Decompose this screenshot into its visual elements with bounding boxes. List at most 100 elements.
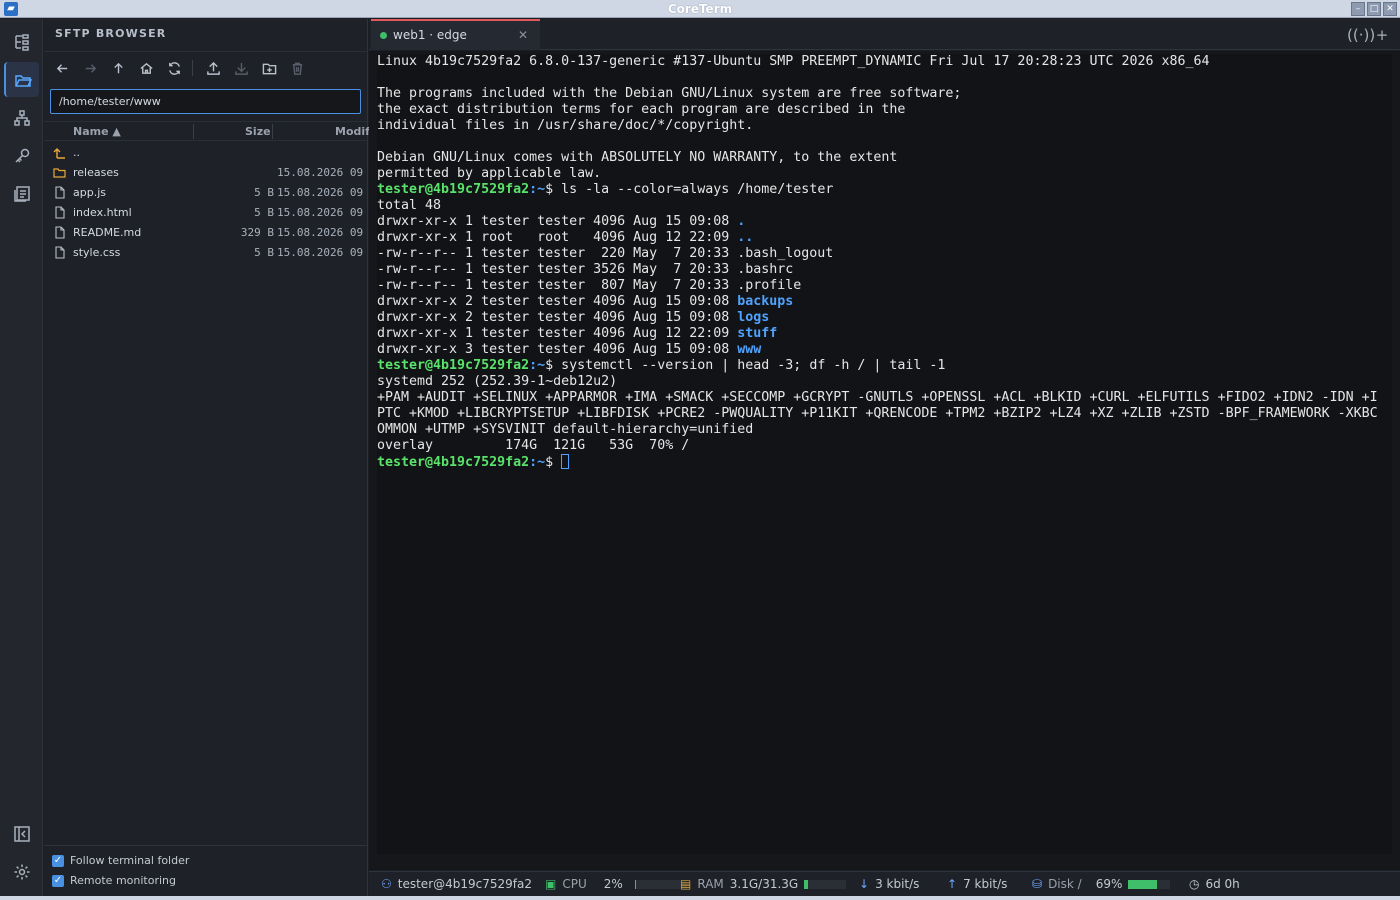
back-button[interactable] — [52, 58, 72, 78]
size-column-header[interactable]: Size — [245, 125, 271, 138]
broadcast-button[interactable]: ((·)) — [1347, 26, 1375, 44]
file-row[interactable]: index.html 5 B 15.08.2026 09 — [44, 203, 368, 223]
terminal-line: -rw-r--r-- 1 tester tester 3526 May 7 20… — [377, 262, 1392, 278]
terminal-line: Linux 4b19c7529fa2 6.8.0-137-generic #13… — [377, 54, 1392, 70]
file-modified: 15.08.2026 09 — [277, 226, 364, 239]
download-button[interactable] — [231, 58, 251, 78]
file-row[interactable]: style.css 5 B 15.08.2026 09 — [44, 243, 368, 263]
sftp-panel-title: SFTP BROWSER — [55, 27, 167, 40]
sessions-button[interactable] — [4, 24, 39, 59]
file-icon — [53, 186, 66, 199]
command-text — [553, 455, 561, 470]
minimize-button[interactable]: – — [1351, 2, 1365, 16]
arrow-left-icon — [56, 63, 67, 73]
activity-rail — [0, 19, 43, 896]
terminal-line: OMMON +UTMP +SYSVINIT default-hierarchy=… — [377, 422, 1392, 438]
refresh-button[interactable] — [164, 58, 184, 78]
line-text: -rw-r--r-- 1 tester tester 3526 May 7 20… — [377, 262, 794, 277]
broadcast-icon: ((·)) — [1347, 26, 1376, 44]
modified-column-header[interactable]: Modif — [335, 125, 370, 138]
line-text: drwxr-xr-x 3 tester tester 4096 Aug 15 0… — [377, 342, 738, 357]
follow-terminal-folder-checkbox[interactable]: ✓ Follow terminal folder — [52, 854, 189, 867]
terminal-line: drwxr-xr-x 1 tester tester 4096 Aug 12 2… — [377, 326, 1392, 342]
remote-monitoring-checkbox[interactable]: ✓ Remote monitoring — [52, 874, 176, 887]
terminal-line: Debian GNU/Linux comes with ABSOLUTELY N… — [377, 150, 1392, 166]
collapse-sidebar-button[interactable] — [4, 816, 39, 851]
file-row[interactable]: releases 15.08.2026 09 — [44, 163, 368, 183]
file-modified: 15.08.2026 09 — [277, 166, 364, 179]
file-row[interactable]: README.md 329 B 15.08.2026 09 — [44, 223, 368, 243]
column-divider[interactable] — [193, 124, 194, 139]
terminal-line: permitted by applicable law. — [377, 166, 1392, 182]
status-host: ⚇ tester@4b19c7529fa2 — [381, 877, 532, 891]
path-input[interactable] — [50, 89, 361, 114]
terminal-scrollbar[interactable] — [1392, 54, 1400, 854]
file-row[interactable]: .. — [44, 143, 368, 163]
maximize-button[interactable]: □ — [1367, 2, 1381, 16]
toolbar-divider — [192, 60, 193, 76]
command-text: systemctl --version | head -3; df -h / |… — [553, 358, 946, 373]
disk-value: 69% — [1095, 877, 1123, 891]
file-modified: 15.08.2026 09 — [277, 206, 364, 219]
remote-monitoring-label: Remote monitoring — [70, 874, 176, 887]
folder-icon — [53, 166, 66, 179]
terminal-line: +PAM +AUDIT +SELINUX +APPARMOR +IMA +SMA… — [377, 390, 1392, 406]
snippets-button[interactable] — [4, 176, 39, 211]
prompt-path: :~ — [529, 182, 546, 197]
tab-web1-edge[interactable]: web1 · edge ✕ — [371, 19, 540, 50]
settings-button[interactable] — [4, 854, 39, 889]
window-title: CoreTerm — [667, 2, 733, 16]
prompt-path: :~ — [529, 455, 546, 470]
terminal-line: -rw-r--r-- 1 tester tester 807 May 7 20:… — [377, 278, 1392, 294]
new-tab-button[interactable]: + — [1373, 26, 1391, 44]
line-text: total 48 — [377, 198, 442, 213]
terminal-line: tester@4b19c7529fa2:~$ ls -la --color=al… — [377, 182, 1392, 198]
line-text: systemd 252 (252.39-1~deb12u2) — [377, 374, 618, 389]
terminal-viewport[interactable]: Linux 4b19c7529fa2 6.8.0-137-generic #13… — [377, 54, 1392, 854]
forward-button[interactable] — [80, 58, 100, 78]
file-row[interactable]: app.js 5 B 15.08.2026 09 — [44, 183, 368, 203]
delete-button[interactable] — [287, 58, 307, 78]
cpu-usage-bar — [634, 879, 687, 889]
line-text: drwxr-xr-x 1 tester tester 4096 Aug 12 2… — [377, 326, 738, 341]
file-name: index.html — [73, 206, 132, 219]
directory-name: stuff — [737, 326, 778, 341]
parent-folder-button[interactable] — [108, 58, 128, 78]
sftp-browser-button[interactable] — [4, 62, 39, 97]
file-name: releases — [73, 166, 119, 179]
file-icon — [53, 246, 66, 259]
line-text: overlay 174G 121G 53G 70% / — [377, 438, 690, 453]
disk-icon: ⛁ — [1032, 877, 1043, 891]
terminal-line: total 48 — [377, 198, 1392, 214]
name-column-header[interactable]: Name ▲ — [73, 125, 121, 138]
arrow-down-icon: ↓ — [859, 877, 870, 891]
terminal-line: tester@4b19c7529fa2:~$ systemctl --versi… — [377, 358, 1392, 374]
terminal-line: The programs included with the Debian GN… — [377, 86, 1392, 102]
parent-dir-icon — [53, 146, 66, 159]
refresh-icon — [168, 61, 180, 75]
status-host-value: tester@4b19c7529fa2 — [397, 877, 532, 891]
column-divider[interactable] — [272, 124, 273, 139]
new-folder-button[interactable] — [259, 58, 279, 78]
upload-button[interactable] — [203, 58, 223, 78]
terminal-pane[interactable]: Linux 4b19c7529fa2 6.8.0-137-generic #13… — [369, 51, 1400, 870]
file-name: README.md — [73, 226, 142, 239]
line-text: -rw-r--r-- 1 tester tester 807 May 7 20:… — [377, 278, 802, 293]
status-bar: ⚇ tester@4b19c7529fa2 ▣ CPU 2% ▤ RAM 3.1… — [369, 871, 1400, 896]
home-button[interactable] — [136, 58, 156, 78]
line-text: drwxr-xr-x 1 tester tester 4096 Aug 15 0… — [377, 214, 738, 229]
status-ram: ▤ RAM 3.1G/31.3G — [680, 877, 847, 891]
status-cpu: ▣ CPU 2% — [545, 877, 687, 891]
network-icon — [13, 109, 30, 126]
directory-name: backups — [737, 294, 794, 309]
close-window-button[interactable]: ✕ — [1383, 2, 1397, 16]
file-modified: 15.08.2026 09 — [277, 246, 364, 259]
memory-icon: ▤ — [680, 877, 692, 891]
line-text: OMMON +UTMP +SYSVINIT default-hierarchy=… — [377, 422, 754, 437]
cpu-value: 2% — [603, 877, 623, 891]
network-button[interactable] — [4, 100, 39, 135]
close-tab-button[interactable]: ✕ — [518, 28, 528, 42]
folder-open-icon — [14, 74, 32, 87]
file-size: 5 B — [254, 206, 274, 219]
keys-button[interactable] — [4, 138, 39, 173]
